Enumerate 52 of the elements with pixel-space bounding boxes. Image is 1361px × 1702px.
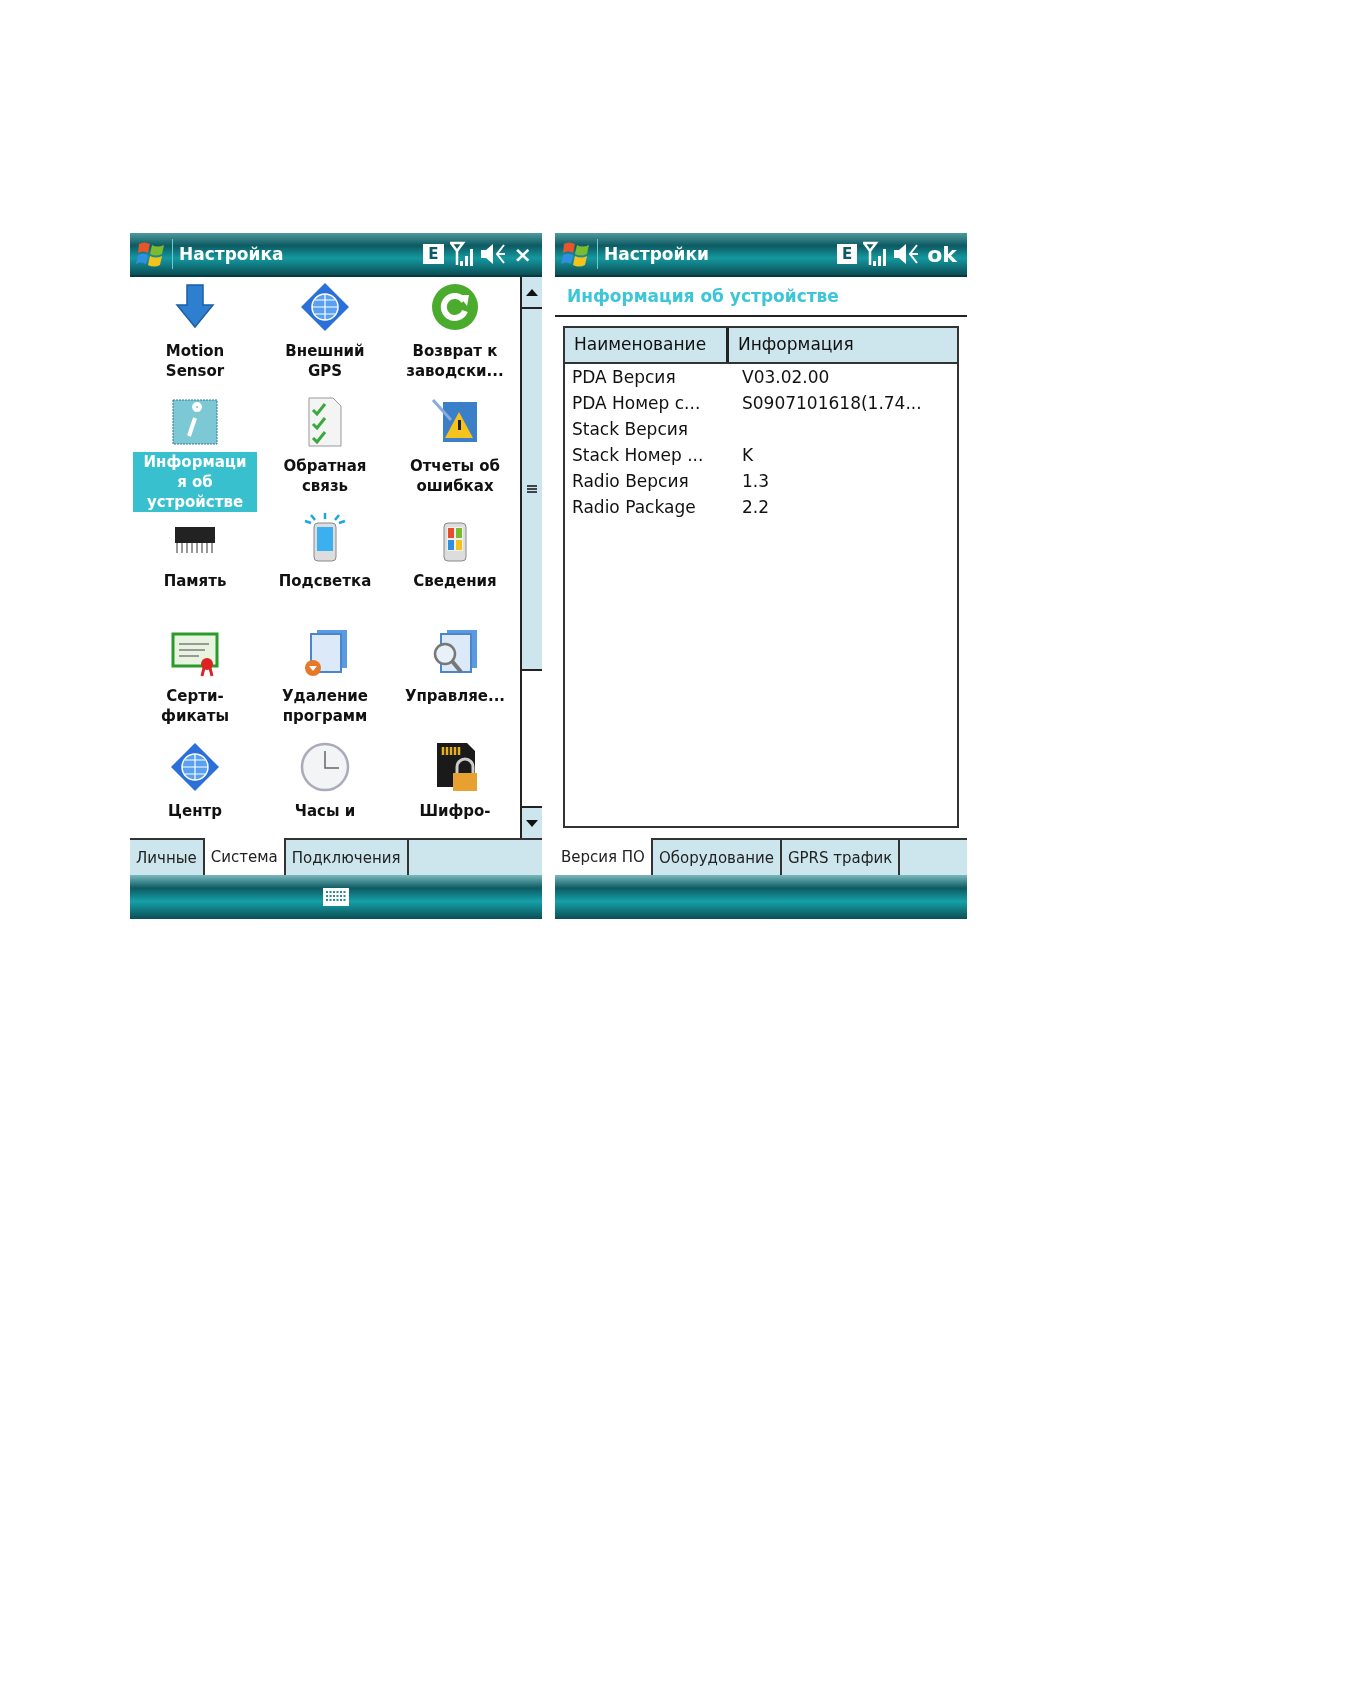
item-label[interactable]: Внешний GPS: [285, 341, 365, 381]
signal-icon[interactable]: [863, 241, 888, 267]
table-cell-text: Stack Версия: [571, 419, 689, 439]
item-label[interactable]: Подсветка: [278, 571, 372, 591]
table-cell-text: Radio Версия: [571, 471, 690, 491]
table-cell-text: Stack Номер ...: [571, 445, 705, 465]
item-label[interactable]: Удаление программ: [282, 686, 368, 726]
network-indicator: E: [837, 244, 858, 264]
speaker-icon[interactable]: [893, 242, 920, 266]
item-label[interactable]: Часы и: [294, 801, 356, 821]
item-label[interactable]: Шифро-: [419, 801, 491, 821]
windows-logo-icon[interactable]: [561, 239, 598, 269]
globe-icon[interactable]: [169, 741, 221, 793]
item-label[interactable]: Отчеты об ошибках: [409, 456, 501, 496]
item-label[interactable]: Motion Sensor: [165, 341, 225, 381]
scroll-up-icon[interactable]: [526, 288, 538, 296]
item-label[interactable]: Память: [163, 571, 227, 591]
column-header[interactable]: Наименование: [565, 328, 729, 362]
table-cell-text: 2.2: [741, 497, 771, 517]
item-label[interactable]: Центр: [168, 801, 222, 821]
tab[interactable]: Версия ПО: [555, 838, 653, 875]
window-title: Настройка: [179, 244, 285, 264]
close-button[interactable]: ok: [925, 241, 959, 267]
table-cell-text: Radio Package: [571, 497, 697, 517]
item-label[interactable]: Сведения: [413, 571, 497, 591]
table-cell-text: PDA Номер с...: [571, 393, 702, 413]
table-cell-text: PDA Версия: [571, 367, 677, 387]
info-icon[interactable]: [169, 396, 221, 448]
clock-icon[interactable]: [299, 741, 351, 793]
refresh-icon[interactable]: [429, 281, 481, 333]
scroll-down-icon[interactable]: [526, 819, 538, 827]
network-indicator: E: [423, 244, 444, 264]
signal-icon[interactable]: [449, 241, 474, 267]
item-label[interactable]: Серти- фикаты: [161, 686, 229, 726]
table-cell-text: 1.3: [741, 471, 771, 491]
keyboard-icon[interactable]: [322, 887, 350, 907]
grip-icon[interactable]: [527, 485, 537, 493]
item-label[interactable]: Обратная связь: [283, 456, 367, 496]
item-label[interactable]: Возврат к заводски...: [406, 341, 504, 381]
item-label[interactable]: Управляе...: [404, 686, 506, 706]
windows-logo-icon[interactable]: [136, 239, 173, 269]
table-cell-text: K: [741, 445, 755, 465]
page-heading: Информация об устройстве: [555, 277, 967, 317]
scrollbar[interactable]: [520, 277, 542, 838]
speaker-icon[interactable]: [479, 242, 506, 266]
column-header[interactable]: Информация: [729, 328, 863, 362]
close-button[interactable]: ×: [511, 241, 534, 267]
globe-icon[interactable]: [299, 281, 351, 333]
window-title: Настройки: [604, 244, 710, 264]
tab[interactable]: Система: [204, 838, 286, 875]
table-cell-text: S0907101618(1.74...: [741, 393, 923, 413]
table-cell-text: V03.02.00: [741, 367, 831, 387]
